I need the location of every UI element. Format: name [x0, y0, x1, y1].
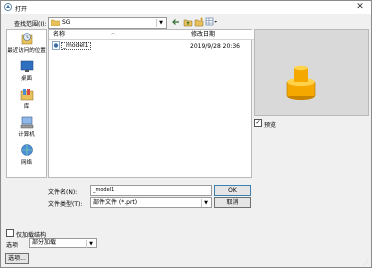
place-label: 最近访问的位置	[7, 48, 46, 54]
column-header-name[interactable]: 名称 ︿	[49, 30, 192, 40]
place-library[interactable]: 库	[7, 88, 46, 110]
filetype-label: 文件类型(T):	[48, 201, 83, 208]
cancel-button[interactable]: 取消	[214, 197, 251, 208]
filetype-dropdown[interactable]: 部件文件 (*.prt) ▼	[90, 197, 212, 208]
look-in-dropdown[interactable]: SG ▼	[48, 17, 167, 29]
place-computer[interactable]: 计算机	[7, 116, 46, 138]
app-icon	[4, 3, 12, 11]
library-icon	[20, 89, 33, 101]
column-label: 修改日期	[191, 31, 216, 38]
place-desktop[interactable]: 桌面	[7, 60, 46, 82]
column-label: 名称	[53, 31, 66, 38]
chevron-down-icon[interactable]: ▼	[201, 199, 210, 207]
new-folder-icon[interactable]	[194, 17, 204, 27]
chevron-down-icon[interactable]: ▼	[156, 19, 165, 27]
place-label: 网络	[20, 160, 32, 166]
place-network[interactable]: 网络	[7, 144, 46, 166]
recent-icon	[21, 33, 32, 45]
options-label: 选项	[6, 242, 19, 249]
network-icon	[20, 144, 33, 156]
window-title: 打开	[15, 6, 28, 13]
folder-icon	[51, 19, 60, 26]
file-name: _model1	[61, 42, 91, 50]
look-in-label: 查找范围(I):	[14, 21, 47, 28]
preview-checkbox[interactable]: ✓	[254, 119, 262, 127]
place-label: 库	[23, 104, 30, 110]
load-structure-checkbox[interactable]	[6, 229, 14, 237]
part-file-icon	[52, 41, 60, 50]
file-list: 名称 ︿ 修改日期 _model1 2019/9/28 20:36	[48, 29, 254, 178]
up-folder-icon[interactable]	[183, 17, 193, 27]
preview-label: 预览	[264, 122, 277, 129]
file-date: 2019/9/28 20:36	[190, 43, 240, 50]
column-header-modified[interactable]: 修改日期	[188, 30, 254, 40]
look-in-value: SG	[62, 19, 71, 26]
sort-arrow-icon: ︿	[111, 30, 115, 35]
chevron-down-icon[interactable]: ▼	[86, 240, 95, 248]
places-bar: 最近访问的位置 桌面 库 计算机 网络	[6, 29, 47, 178]
part-preview-image	[286, 65, 316, 100]
filename-input[interactable]: _model1	[90, 185, 212, 196]
open-dialog: 打开 ✕ 查找范围(I): SG ▼ 最近访问的位置 桌面 库 计算机 网络 名…	[0, 0, 372, 268]
place-label: 桌面	[20, 76, 32, 82]
title-bar: 打开 ✕	[1, 1, 371, 14]
computer-icon	[20, 116, 33, 129]
ok-button[interactable]: OK	[214, 185, 251, 196]
filetype-value: 部件文件 (*.prt)	[93, 199, 138, 206]
file-row[interactable]: _model1 2019/9/28 20:36	[50, 41, 250, 50]
place-recent[interactable]: 最近访问的位置	[7, 32, 46, 54]
filename-label: 文件名(N):	[48, 189, 78, 196]
preview-pane	[254, 29, 369, 116]
back-icon[interactable]	[171, 17, 181, 27]
resize-grip-icon[interactable]: ⋰	[364, 260, 370, 266]
place-label: 计算机	[18, 132, 35, 138]
desktop-icon	[20, 60, 33, 72]
close-button[interactable]: ✕	[355, 2, 365, 12]
view-menu-icon[interactable]	[205, 17, 218, 27]
options-value: 部分加载	[32, 239, 57, 246]
options-button[interactable]: 选项...	[5, 253, 29, 264]
options-dropdown[interactable]: 部分加载 ▼	[29, 238, 97, 248]
